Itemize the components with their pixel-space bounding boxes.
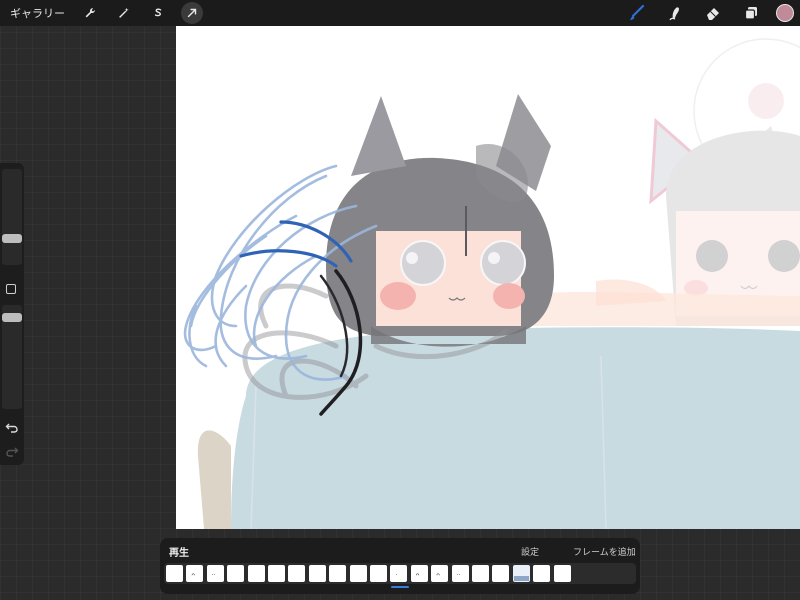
frame-thumbnail[interactable] <box>166 565 183 582</box>
current-frame-indicator <box>391 586 409 588</box>
adjustments-wand-button[interactable] <box>113 2 135 24</box>
opacity-thumb[interactable] <box>2 313 22 323</box>
frame-thumbnail[interactable] <box>553 565 571 582</box>
smudge-icon <box>669 7 679 21</box>
play-button[interactable]: 再生 <box>169 544 189 559</box>
actions-wrench-button[interactable] <box>79 2 101 24</box>
frame-thumbnail[interactable] <box>349 565 367 582</box>
frame-fill <box>513 576 529 581</box>
right-toolset <box>614 0 800 26</box>
canvas-artwork <box>183 38 800 529</box>
frame-thumbnail[interactable]: ᴖ <box>431 565 449 582</box>
frame-thumbnail[interactable] <box>227 565 245 582</box>
frame-thumbnail[interactable] <box>288 565 306 582</box>
frame-thumbnail[interactable] <box>308 565 326 582</box>
frame-thumbnail[interactable]: ᴖ <box>410 565 428 582</box>
frame-mark: · <box>395 572 398 579</box>
layers-icon <box>744 7 757 20</box>
frame-thumbnail[interactable] <box>329 565 347 582</box>
brush-size-thumb[interactable] <box>2 234 22 244</box>
gallery-button[interactable]: ギャラリー <box>10 5 65 21</box>
smudge-button[interactable] <box>660 0 690 26</box>
color-picker-button[interactable] <box>776 4 794 22</box>
frame-thumbnail[interactable]: ᴖ <box>186 565 204 582</box>
frame-thumbnail[interactable] <box>472 565 489 582</box>
selection-s-icon <box>154 8 162 17</box>
wrench-icon <box>85 8 95 18</box>
settings-button[interactable]: 設定 <box>521 545 539 558</box>
frame-thumbnail[interactable]: ·· <box>451 565 469 582</box>
redo-icon[interactable] <box>5 444 19 458</box>
paint-brush-button[interactable] <box>622 0 652 26</box>
layers-button[interactable] <box>736 0 766 26</box>
frame-thumbnail[interactable]: · <box>390 565 408 582</box>
selection-button[interactable] <box>147 2 169 24</box>
frame-mark: ·· <box>456 572 461 579</box>
undo-icon[interactable] <box>5 420 19 434</box>
frame-strip: ᴖ ·· · ᴖ ᴖ ·· <box>164 563 636 584</box>
modify-button[interactable] <box>6 284 16 294</box>
add-frame-button[interactable]: フレームを追加 <box>573 545 636 558</box>
frame-mark: ᴖ <box>191 572 196 579</box>
transform-arrow-icon <box>187 8 197 18</box>
eraser-button[interactable] <box>698 0 728 26</box>
frame-thumbnail[interactable] <box>492 565 510 582</box>
frame-thumbnail[interactable] <box>370 565 387 582</box>
transform-button[interactable] <box>181 2 203 24</box>
frame-mark: ·· <box>211 572 216 579</box>
frame-thumbnail[interactable] <box>533 565 551 582</box>
magic-wand-icon <box>119 7 129 18</box>
frame-thumbnail[interactable] <box>247 565 265 582</box>
left-sidebar <box>0 163 24 465</box>
frame-thumbnail[interactable] <box>268 565 285 582</box>
onion-skin-character <box>649 38 800 326</box>
brush-icon <box>630 4 645 20</box>
drawing-canvas[interactable] <box>176 26 800 529</box>
brush-size-slider[interactable] <box>2 169 22 265</box>
frame-mark: ᴖ <box>415 572 420 579</box>
top-toolbar: ギャラリー <box>0 0 800 26</box>
frame-thumbnail[interactable] <box>512 565 530 582</box>
frame-mark: ᴖ <box>436 572 440 579</box>
frame-thumbnail[interactable]: ·· <box>206 565 224 582</box>
eraser-icon <box>707 8 719 20</box>
